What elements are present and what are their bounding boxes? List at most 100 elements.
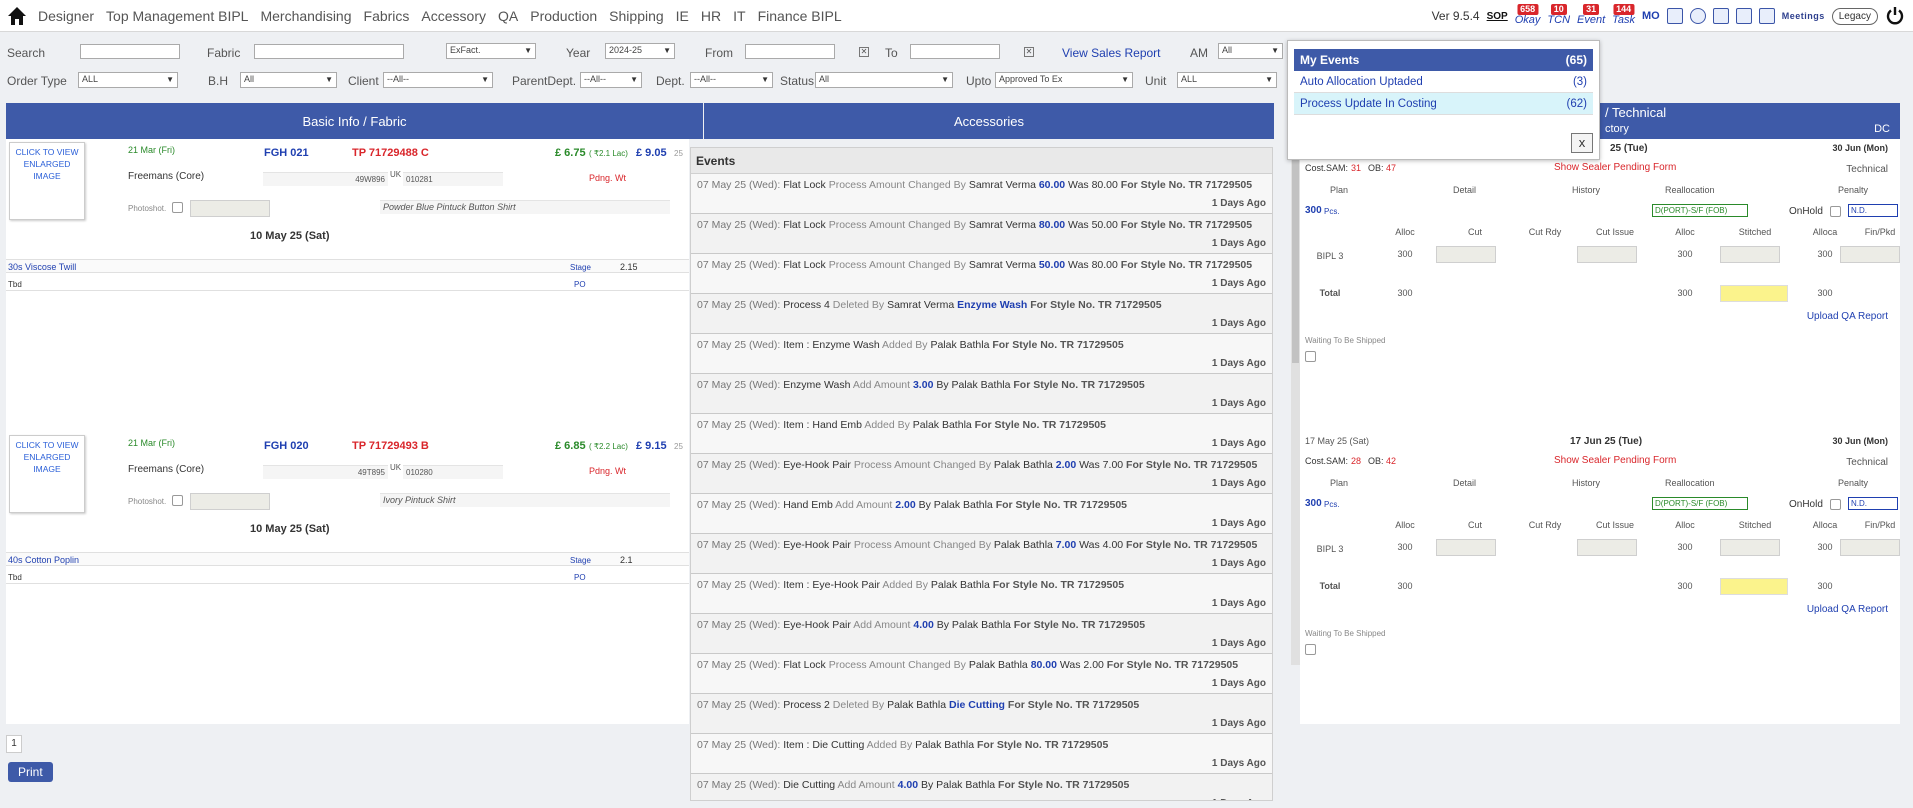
am-select[interactable]: All — [1218, 43, 1283, 59]
order-thumbnail[interactable]: CLICK TO VIEW ENLARGED IMAGE — [9, 142, 85, 220]
event-item[interactable]: 07 May 25 (Wed): Die Cutting Add Amount … — [691, 774, 1272, 800]
order-code[interactable]: FGH 020 — [264, 440, 309, 452]
exfact-select[interactable]: ExFact. — [446, 43, 536, 59]
onhold-checkbox[interactable] — [1830, 206, 1841, 217]
event-item[interactable]: 07 May 25 (Wed): Flat Lock Process Amoun… — [691, 214, 1272, 254]
year-select[interactable]: 2024-25 — [605, 43, 675, 59]
nav-designer[interactable]: Designer — [32, 8, 100, 24]
po-label[interactable]: PO — [574, 278, 586, 291]
sealer-pending-link[interactable]: Show Sealer Pending Form — [1554, 455, 1676, 466]
order-code[interactable]: FGH 021 — [264, 147, 309, 159]
scrollbar[interactable] — [1291, 145, 1300, 665]
cut-issue-input[interactable] — [1577, 539, 1637, 556]
fabric-name[interactable]: 40s Cotton Poplin — [8, 554, 79, 567]
photoshot-input[interactable] — [190, 200, 270, 217]
event-item[interactable]: 07 May 25 (Wed): Item : Die Cutting Adde… — [691, 734, 1272, 774]
upto-select[interactable]: Approved To Ex — [995, 72, 1133, 88]
fin-pkd-input[interactable] — [1840, 539, 1900, 556]
event-item[interactable]: 07 May 25 (Wed): Process 2 Deleted By Pa… — [691, 694, 1272, 734]
delivery-select[interactable]: D(PORT)-S/F (FOB) — [1652, 204, 1748, 217]
fabric-name[interactable]: 30s Viscose Twill — [8, 261, 76, 274]
nav-it[interactable]: IT — [727, 8, 751, 24]
delivery-select[interactable]: D(PORT)-S/F (FOB) — [1652, 497, 1748, 510]
nav-finance[interactable]: Finance BIPL — [752, 8, 848, 24]
sealer-pending-link[interactable]: Show Sealer Pending Form — [1554, 162, 1676, 173]
photoshot-input[interactable] — [190, 493, 270, 510]
nav-top-management[interactable]: Top Management BIPL — [100, 8, 254, 24]
tcn-notification[interactable]: 10 TCN — [1547, 4, 1570, 26]
chart-icon[interactable] — [1758, 8, 1775, 24]
my-event-item[interactable]: Process Update In Costing (62) — [1294, 93, 1593, 115]
dollar-doc-icon[interactable] — [1712, 8, 1729, 24]
penalty-select[interactable]: N.D. — [1848, 204, 1898, 217]
okay-notification[interactable]: 658 Okay — [1515, 4, 1540, 26]
nav-fabrics[interactable]: Fabrics — [358, 8, 416, 24]
power-icon[interactable] — [1885, 6, 1905, 26]
stitched-input[interactable] — [1720, 246, 1780, 263]
penalty-select[interactable]: N.D. — [1848, 497, 1898, 510]
nav-shipping[interactable]: Shipping — [603, 8, 670, 24]
order-tp[interactable]: TP 71729493 B — [352, 440, 429, 452]
dollar-icon[interactable] — [1689, 8, 1706, 24]
cut-input[interactable] — [1436, 539, 1496, 556]
po-label[interactable]: PO — [574, 571, 586, 584]
event-item[interactable]: 07 May 25 (Wed): Item : Hand Emb Added B… — [691, 414, 1272, 454]
fin-pkd-input[interactable] — [1840, 246, 1900, 263]
my-event-item[interactable]: Auto Allocation Uptaded (3) — [1294, 71, 1593, 93]
clear-from-icon[interactable]: ✕ — [859, 47, 869, 57]
to-date-input[interactable] — [910, 44, 1000, 59]
event-notification[interactable]: 31 Event — [1577, 4, 1605, 26]
event-item[interactable]: 07 May 25 (Wed): Flat Lock Process Amoun… — [691, 174, 1272, 214]
task-notification[interactable]: 144 Task — [1612, 4, 1635, 26]
search-input[interactable] — [80, 44, 180, 59]
client-select[interactable]: --All-- — [383, 72, 493, 88]
order-thumbnail[interactable]: CLICK TO VIEW ENLARGED IMAGE — [9, 435, 85, 513]
home-icon[interactable] — [6, 5, 28, 27]
fabric-input[interactable] — [254, 44, 404, 59]
sop-link[interactable]: SOP — [1487, 11, 1508, 22]
view-sales-report-link[interactable]: View Sales Report — [1062, 46, 1161, 60]
waiting-shipped-checkbox[interactable] — [1305, 644, 1316, 655]
event-item[interactable]: 07 May 25 (Wed): Eye-Hook Pair Add Amoun… — [691, 614, 1272, 654]
order-type-select[interactable]: ALL — [78, 72, 178, 88]
dept-select[interactable]: --All-- — [690, 72, 773, 88]
bh-select[interactable]: All — [240, 72, 337, 88]
upload-qa-report-link[interactable]: Upload QA Report — [1807, 311, 1888, 322]
unit-select[interactable]: ALL — [1177, 72, 1277, 88]
nav-merchandising[interactable]: Merchandising — [254, 8, 357, 24]
clear-to-icon[interactable]: ✕ — [1024, 47, 1034, 57]
event-item[interactable]: 07 May 25 (Wed): Flat Lock Process Amoun… — [691, 254, 1272, 294]
meetings-link[interactable]: Meetings — [1782, 11, 1825, 21]
order-tp[interactable]: TP 71729488 C — [352, 147, 429, 159]
event-item[interactable]: 07 May 25 (Wed): Flat Lock Process Amoun… — [691, 654, 1272, 694]
legacy-button[interactable]: Legacy — [1831, 7, 1878, 25]
upload-qa-report-link[interactable]: Upload QA Report — [1807, 604, 1888, 615]
nav-accessory[interactable]: Accessory — [415, 8, 492, 24]
nav-qa[interactable]: QA — [492, 8, 524, 24]
cut-issue-input[interactable] — [1577, 246, 1637, 263]
event-item[interactable]: 07 May 25 (Wed): Item : Enzyme Wash Adde… — [691, 334, 1272, 374]
nav-production[interactable]: Production — [524, 8, 603, 24]
event-item[interactable]: 07 May 25 (Wed): Eye-Hook Pair Process A… — [691, 534, 1272, 574]
waiting-shipped-checkbox[interactable] — [1305, 351, 1316, 362]
print-button[interactable]: Print — [8, 762, 53, 782]
photoshot-checkbox[interactable] — [172, 495, 183, 506]
stitched-input[interactable] — [1720, 539, 1780, 556]
cut-input[interactable] — [1436, 246, 1496, 263]
event-item[interactable]: 07 May 25 (Wed): Item : Eye-Hook Pair Ad… — [691, 574, 1272, 614]
event-item[interactable]: 07 May 25 (Wed): Eye-Hook Pair Process A… — [691, 454, 1272, 494]
nav-ie[interactable]: IE — [670, 8, 695, 24]
calculator-icon[interactable] — [1735, 8, 1752, 24]
event-item[interactable]: 07 May 25 (Wed): Enzyme Wash Add Amount … — [691, 374, 1272, 414]
pager-page-1[interactable]: 1 — [6, 735, 22, 753]
event-item[interactable]: 07 May 25 (Wed): Process 4 Deleted By Sa… — [691, 294, 1272, 334]
mo-link[interactable]: MO — [1642, 10, 1660, 22]
nav-hr[interactable]: HR — [695, 8, 727, 24]
parent-dept-select[interactable]: --All-- — [580, 72, 642, 88]
onhold-checkbox[interactable] — [1830, 499, 1841, 510]
photoshot-checkbox[interactable] — [172, 202, 183, 213]
from-date-input[interactable] — [745, 44, 835, 59]
event-item[interactable]: 07 May 25 (Wed): Hand Emb Add Amount 2.0… — [691, 494, 1272, 534]
report-icon[interactable] — [1666, 8, 1683, 24]
status-select[interactable]: All — [815, 72, 953, 88]
